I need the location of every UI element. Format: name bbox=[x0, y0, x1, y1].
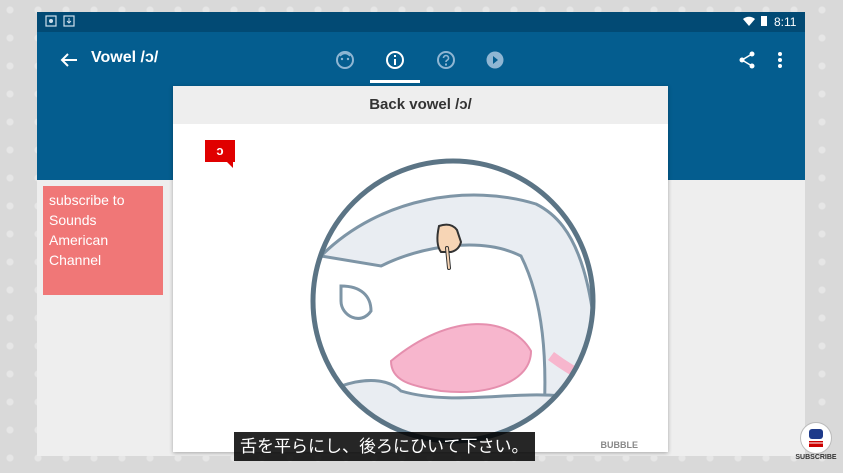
vowel-card: Back vowel /ɔ/ ɔ BUBBLE bbox=[173, 86, 668, 452]
subscribe-logo-icon bbox=[800, 422, 832, 454]
subscribe-line: American bbox=[49, 232, 109, 248]
download-icon bbox=[63, 15, 75, 27]
subscribe-line: Channel bbox=[49, 252, 102, 268]
play-tab-icon[interactable] bbox=[481, 46, 509, 74]
subscribe-logo-label: SUBSCRIBE bbox=[795, 454, 837, 461]
selected-tab-indicator bbox=[370, 80, 420, 83]
video-caption: 舌を平らにし、後ろにひいて下さい。 bbox=[234, 432, 535, 461]
illustration-credit: BUBBLE bbox=[600, 440, 639, 450]
mouth-diagram bbox=[310, 158, 596, 444]
help-tab-icon[interactable] bbox=[432, 46, 460, 74]
card-title: Back vowel /ɔ/ bbox=[173, 86, 668, 124]
screenshot-icon bbox=[45, 15, 57, 27]
subscribe-line: Sounds bbox=[49, 212, 97, 228]
info-tab-icon[interactable] bbox=[381, 46, 409, 74]
subscribe-overlay[interactable]: subscribe to Sounds American Channel bbox=[43, 186, 163, 295]
wifi-icon bbox=[743, 16, 755, 26]
face-tab-icon[interactable] bbox=[331, 46, 359, 74]
share-icon[interactable] bbox=[735, 48, 759, 72]
page-title: Vowel /ɔ/ bbox=[91, 49, 159, 66]
status-bar: 8:11 bbox=[37, 12, 805, 32]
battery-icon bbox=[761, 16, 767, 26]
more-options-icon[interactable] bbox=[768, 48, 792, 72]
subscribe-line: subscribe to bbox=[49, 192, 125, 208]
status-time: 8:11 bbox=[774, 15, 797, 29]
ipa-symbol-badge: ɔ bbox=[205, 140, 235, 168]
subscribe-logo[interactable]: SUBSCRIBE bbox=[794, 422, 838, 466]
back-arrow-icon[interactable] bbox=[57, 48, 81, 72]
